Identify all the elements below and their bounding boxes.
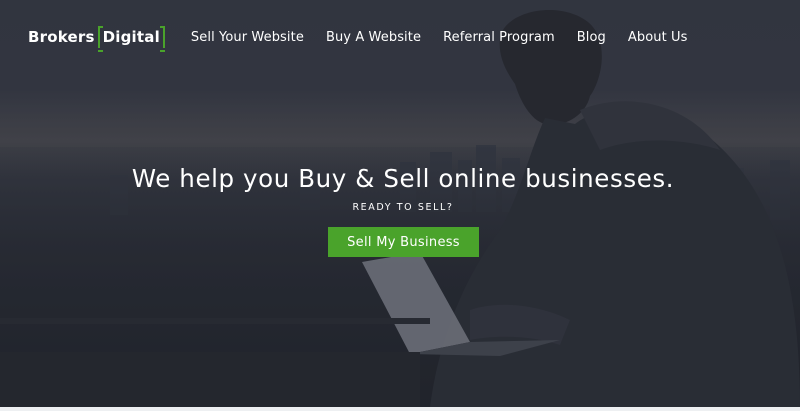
- nav-link-sell-your-website[interactable]: Sell Your Website: [191, 30, 304, 45]
- nav-link-blog[interactable]: Blog: [577, 30, 606, 45]
- nav-link-referral-program[interactable]: Referral Program: [443, 30, 555, 45]
- brand-logo[interactable]: Brokers Digital: [28, 26, 166, 52]
- hero-headline: We help you Buy & Sell online businesses…: [131, 164, 675, 193]
- top-navigation: Brokers Digital Sell Your Website Buy A …: [0, 0, 800, 74]
- nav-link-buy-a-website[interactable]: Buy A Website: [326, 30, 421, 45]
- hero-section: Brokers Digital Sell Your Website Buy A …: [0, 0, 800, 407]
- sell-my-business-button[interactable]: Sell My Business: [328, 227, 479, 257]
- hero-subheading: READY TO SELL?: [352, 202, 454, 213]
- page-bottom-edge: [0, 407, 800, 411]
- brand-name-left: Brokers: [28, 28, 95, 46]
- brand-name-right: Digital: [97, 26, 166, 52]
- nav-menu: Sell Your Website Buy A Website Referral…: [191, 30, 710, 45]
- nav-link-about-us[interactable]: About Us: [628, 30, 688, 45]
